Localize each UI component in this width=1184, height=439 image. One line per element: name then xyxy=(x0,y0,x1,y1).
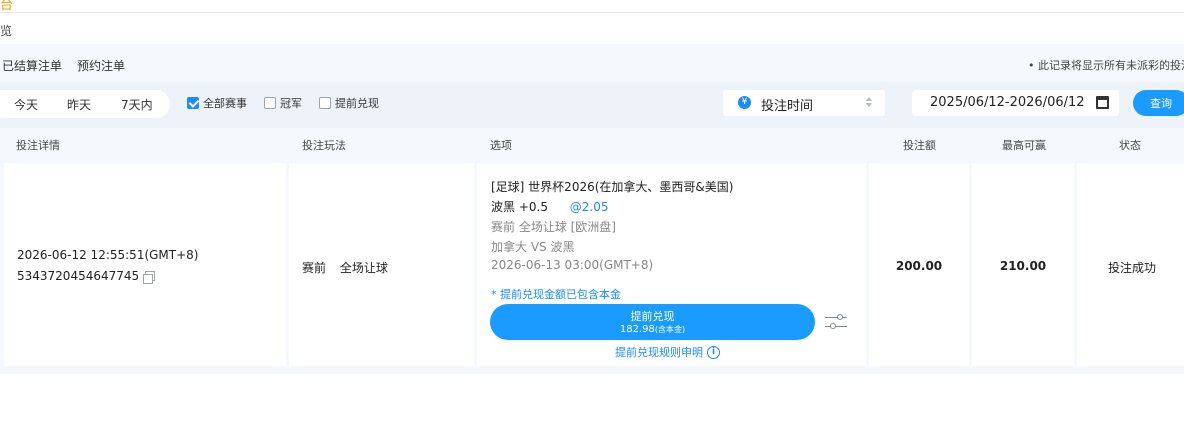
odds-value: @2.05 xyxy=(569,200,609,214)
filter-early-cashout[interactable]: 提前兑现 xyxy=(319,95,379,111)
day-option-today[interactable]: 今天 xyxy=(14,96,38,113)
sort-select[interactable]: ¥ 投注时间 xyxy=(723,90,885,116)
sliders-icon[interactable] xyxy=(825,314,847,330)
day-range-group: 今天 昨天 7天内 xyxy=(0,90,170,118)
table-row: 2026-06-12 12:55:51(GMT+8) 5343720454647… xyxy=(0,161,1184,368)
filter-champion[interactable]: 冠军 xyxy=(264,95,302,111)
cashout-note: * 提前兑现金额已包含本金 xyxy=(491,288,621,301)
filter-all-events-label: 全部赛事 xyxy=(203,97,247,110)
sort-select-value: 投注时间 xyxy=(761,99,814,114)
date-range-picker[interactable]: 2025/06/12-2026/06/12 xyxy=(912,90,1119,116)
pick: 波黑 +0.5 @2.05 xyxy=(491,198,609,215)
cashout-amount-line: 182.98(含本金) xyxy=(490,324,815,335)
bet-id: 5343720454647745 xyxy=(17,269,156,284)
checkbox-icon[interactable] xyxy=(319,97,331,109)
bet-id-value: 5343720454647745 xyxy=(17,269,140,283)
table-header: 投注详情 投注玩法 选项 投注额 最高可赢 状态 xyxy=(0,128,1184,160)
top-title-fragment: 台 xyxy=(0,0,14,13)
cell-bet-details: 2026-06-12 12:55:51(GMT+8) 5343720454647… xyxy=(4,163,286,366)
sort-arrows-icon xyxy=(865,95,873,109)
info-icon: i xyxy=(707,345,720,359)
cell-selection: [足球] 世界杯2026(在加拿大、墨西哥&美国) 波黑 +0.5 @2.05 … xyxy=(477,163,866,366)
top-bar: 台 xyxy=(0,0,1184,13)
cell-stake: 200.00 xyxy=(869,163,969,366)
col-bet-type: 投注玩法 xyxy=(302,139,346,152)
bet-time: 2026-06-12 12:55:51(GMT+8) xyxy=(17,248,199,262)
filter-early-cashout-label: 提前兑现 xyxy=(335,97,379,110)
cell-status: 投注成功 xyxy=(1077,163,1184,366)
tab-settled-bets[interactable]: 已结算注单 xyxy=(2,57,62,74)
cashout-rules-label: 提前兑现规则申明 xyxy=(615,346,703,359)
filter-champion-label: 冠军 xyxy=(280,97,302,110)
bet-play-type: 赛前 全场让球 xyxy=(302,259,388,276)
filter-bar: 今天 昨天 7天内 全部赛事 冠军 提前兑现 ¥ 投注时间 2025/06/12… xyxy=(0,82,1184,128)
cell-max-win: 210.00 xyxy=(972,163,1074,366)
match-teams: 加拿大 VS 波黑 xyxy=(491,240,575,254)
cashout-label: 提前兑现 xyxy=(630,310,675,323)
cashout-amount: 182.98 xyxy=(619,324,655,335)
stake-amount: 200.00 xyxy=(895,259,943,273)
league-name: [足球] 世界杯2026(在加拿大、墨西哥&美国) xyxy=(491,180,734,194)
records-notice: • 此记录将显示所有未派彩的投注 xyxy=(1028,59,1184,72)
yen-icon: ¥ xyxy=(738,96,751,109)
match-time: 2026-06-13 03:00(GMT+8) xyxy=(491,258,654,272)
date-range-value: 2025/06/12-2026/06/12 xyxy=(930,95,1085,110)
market-detail: 赛前 全场让球 [欧洲盘] xyxy=(491,220,616,234)
checkbox-checked-icon[interactable] xyxy=(187,97,199,109)
col-max-win: 最高可赢 xyxy=(1002,139,1046,152)
query-button[interactable]: 查询 xyxy=(1133,90,1184,116)
early-cashout-button[interactable]: 提前兑现 182.98(含本金) xyxy=(490,304,815,340)
max-win-amount: 210.00 xyxy=(999,259,1047,273)
col-bet-details: 投注详情 xyxy=(16,139,60,152)
bet-phase: 赛前 xyxy=(302,261,327,275)
cell-bet-type: 赛前 全场让球 xyxy=(289,163,474,366)
section-label-fragment: 览 xyxy=(0,24,13,38)
cashout-rules-link[interactable]: 提前兑现规则申明 i xyxy=(615,344,720,360)
day-option-yesterday[interactable]: 昨天 xyxy=(67,96,91,113)
filter-all-events[interactable]: 全部赛事 xyxy=(187,95,247,111)
day-option-7days[interactable]: 7天内 xyxy=(121,96,153,113)
tab-reserved-bets[interactable]: 预约注单 xyxy=(77,57,125,74)
col-stake: 投注额 xyxy=(903,139,936,152)
bet-status: 投注成功 xyxy=(1107,261,1156,275)
col-selection: 选项 xyxy=(490,139,512,152)
checkbox-icon[interactable] xyxy=(264,97,276,109)
copy-icon[interactable] xyxy=(143,271,156,284)
col-status: 状态 xyxy=(1119,139,1141,152)
pick-value: 波黑 +0.5 xyxy=(491,200,548,214)
calendar-icon[interactable] xyxy=(1096,96,1109,109)
bet-market: 全场让球 xyxy=(339,261,388,275)
cashout-suffix: (含本金) xyxy=(654,325,686,334)
